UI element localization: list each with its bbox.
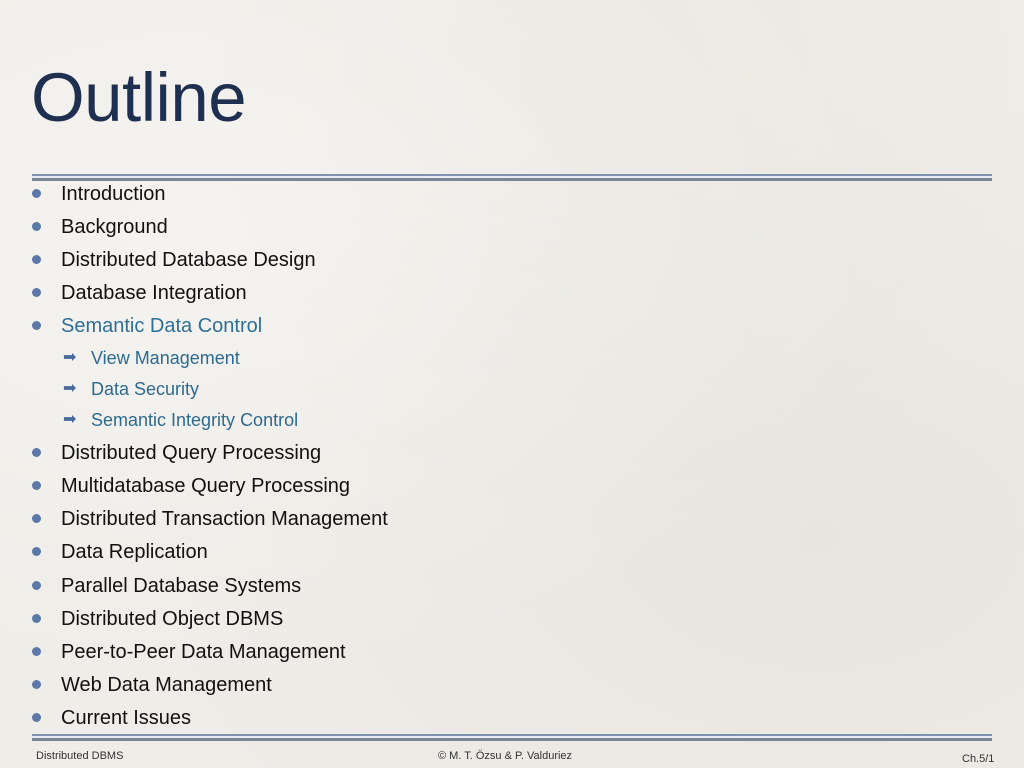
bullet-icon bbox=[32, 481, 41, 490]
bullet-icon bbox=[32, 647, 41, 656]
title-divider bbox=[32, 174, 992, 181]
footer-divider bbox=[32, 734, 992, 741]
arrow-right-icon: ➡ bbox=[63, 411, 77, 428]
slide-title: Outline bbox=[31, 59, 247, 136]
bullet-icon bbox=[32, 713, 41, 722]
bullet-icon bbox=[32, 680, 41, 689]
bullet-icon bbox=[32, 614, 41, 623]
bullet-icon bbox=[32, 514, 41, 523]
list-item-label: Distributed Query Processing bbox=[61, 442, 322, 464]
bullet-icon bbox=[32, 222, 41, 231]
list-item-label: Multidatabase Query Processing bbox=[61, 475, 351, 497]
bullet-icon bbox=[32, 547, 41, 556]
list-item-label: Database Integration bbox=[61, 282, 247, 304]
sub-list-item-label: Data Security bbox=[91, 379, 200, 399]
footer-slide-number: Ch.5/1 bbox=[962, 753, 995, 765]
list-item-label: Distributed Object DBMS bbox=[61, 608, 284, 630]
list-item-label: Current Issues bbox=[61, 707, 192, 729]
bullet-icon bbox=[32, 321, 41, 330]
list-item-label: Peer-to-Peer Data Management bbox=[61, 641, 346, 663]
list-item-label: Web Data Management bbox=[61, 674, 272, 696]
bullet-icon bbox=[32, 448, 41, 457]
list-item-label: Distributed Database Design bbox=[61, 249, 316, 271]
bullet-icon bbox=[32, 189, 41, 198]
sub-list-item-label: Semantic Integrity Control bbox=[91, 410, 299, 430]
list-item-label: Background bbox=[61, 216, 168, 238]
arrow-right-icon: ➡ bbox=[63, 380, 77, 397]
list-item-label: Data Replication bbox=[61, 541, 208, 563]
arrow-right-icon: ➡ bbox=[63, 349, 77, 366]
bullet-icon bbox=[32, 255, 41, 264]
list-item-label: Introduction bbox=[61, 183, 166, 205]
bullet-icon bbox=[32, 581, 41, 590]
bullet-icon bbox=[32, 288, 41, 297]
list-item-label: Semantic Data Control bbox=[61, 315, 263, 337]
footer-course-title: Distributed DBMS bbox=[36, 750, 124, 762]
list-item-label: Distributed Transaction Management bbox=[61, 508, 388, 530]
list-item-label: Parallel Database Systems bbox=[61, 575, 302, 597]
sub-list-item-label: View Management bbox=[91, 348, 240, 368]
footer-copyright: © M. T. Özsu & P. Valduriez bbox=[438, 750, 573, 762]
